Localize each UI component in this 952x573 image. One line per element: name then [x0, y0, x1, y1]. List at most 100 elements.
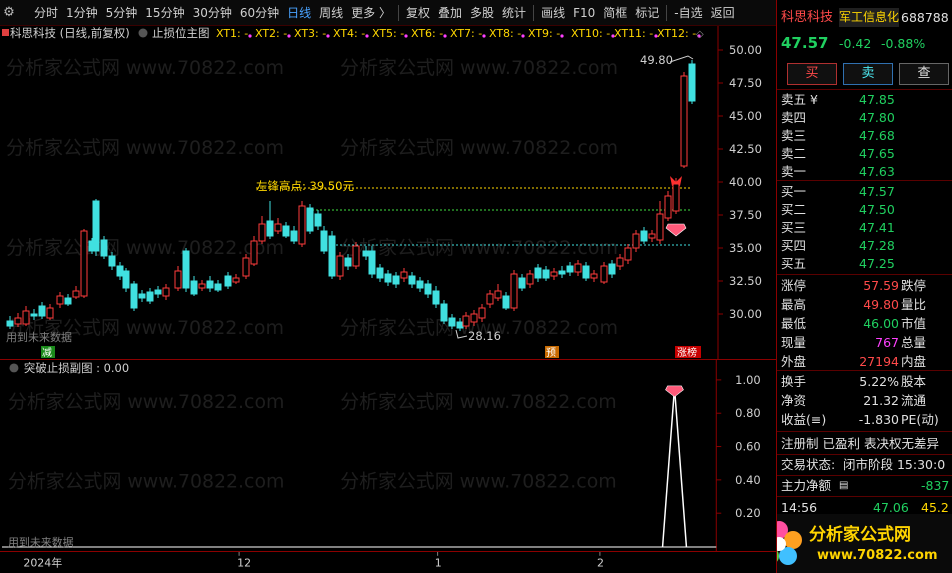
stat-label: 换手: [781, 374, 807, 389]
toolbar-item-16[interactable]: 标记: [631, 0, 663, 26]
order-level: 卖五 ¥ 47.85: [777, 90, 952, 109]
candle-body: [640, 230, 648, 242]
candle-body: [510, 273, 518, 309]
signal-spike-line: [661, 387, 688, 548]
indicator-name[interactable]: 止损位主图: [152, 26, 210, 40]
candle-body: [344, 257, 352, 267]
toolbar-item-18[interactable]: 返回: [707, 0, 739, 26]
sub-value-axis: 1.00 0.80 0.60 0.40 0.20: [716, 373, 761, 520]
xt-dot-icon: [443, 34, 447, 38]
stat-tail: 总量: [901, 335, 927, 350]
stop-break-subchart[interactable]: 分析家公式网 www.70822.com 分析家公式网 www.70822.com…: [0, 359, 776, 551]
level-label: 卖一: [781, 164, 807, 179]
level-price: 47.25: [859, 256, 895, 271]
toolbar-item-3[interactable]: 15分钟: [141, 0, 188, 26]
order-level: 买二 47.50: [777, 200, 952, 219]
indicator-dropdown-icon[interactable]: [138, 28, 148, 38]
low-price-label: 28.16: [468, 329, 501, 343]
xt-dot-icon: [521, 34, 525, 38]
net-inflow-label: 主力净额: [781, 478, 832, 493]
toolbar-item-15[interactable]: 简框: [599, 0, 631, 26]
candle-body: [154, 289, 162, 295]
sub-tick-label: 0.60: [735, 440, 760, 454]
level-label: 卖五 ¥: [781, 92, 818, 107]
future-data-note: 用到未来数据: [8, 535, 74, 549]
candle-body: [440, 303, 448, 322]
level-label: 卖二: [781, 146, 807, 161]
stat-value: 49.80: [863, 297, 899, 312]
order-level: 买三 47.41: [777, 218, 952, 237]
candle-body: [362, 250, 370, 257]
xt-dot-icon: [404, 34, 408, 38]
candle-body: [574, 263, 582, 273]
time-label-dec: 12: [237, 556, 251, 569]
xt-label: XT7: -: [450, 27, 482, 40]
buy-button[interactable]: 买: [787, 63, 837, 85]
toolbar-item-0[interactable]: 分时: [30, 0, 62, 26]
xt-label: XT11: -: [614, 27, 653, 40]
stat-tail: 量比: [901, 297, 927, 312]
toolbar-item-6[interactable]: 日线: [283, 0, 315, 26]
stat-label: 最高: [781, 297, 807, 312]
divider: [777, 431, 952, 432]
watermark-text: 分析家公式网 www.70822.com: [8, 391, 284, 413]
toolbar-item-5[interactable]: 60分钟: [236, 0, 283, 26]
price-tick-label: 40.00: [729, 175, 762, 189]
xt-label: XT12: -: [657, 27, 696, 40]
price-axis: 50.00 47.50 45.00 42.50 40.00 37.50 35.00 32.50…: [718, 43, 762, 321]
high-price-label: 49.80: [640, 53, 673, 67]
stat-tail: 内盘: [901, 354, 927, 369]
candle-body: [566, 265, 574, 273]
collapse-icon[interactable]: ◇: [696, 29, 704, 40]
subchart-dropdown-icon[interactable]: [9, 363, 19, 373]
toolbar-item-14[interactable]: F10: [569, 0, 599, 26]
watermark-layer: 分析家公式网 www.70822.com 分析家公式网 www.70822.com…: [8, 391, 617, 493]
toolbar-item-8[interactable]: 更多 〉: [347, 0, 395, 26]
candle-body: [22, 310, 30, 325]
candle-body: [400, 271, 408, 279]
stat-label: 最低: [781, 316, 807, 331]
candle-body: [688, 63, 696, 102]
stat-tail: 流通: [901, 393, 927, 408]
industry-tag[interactable]: 军工信息化: [839, 8, 900, 27]
pre-marker-text: 预: [546, 347, 556, 359]
watermark-text: 分析家公式网 www.70822.com: [340, 57, 618, 79]
toolbar-item-12[interactable]: 统计: [498, 0, 530, 26]
candle-body: [424, 283, 432, 295]
toolbar-item-2[interactable]: 5分钟: [102, 0, 142, 26]
stat-tail: 市值: [901, 316, 927, 331]
order-level: 卖三 47.68: [777, 126, 952, 145]
sub-tick-label: 0.20: [735, 506, 760, 520]
toolbar-item-11[interactable]: 多股: [466, 0, 498, 26]
toolbar-item-1[interactable]: 1分钟: [62, 0, 102, 26]
list-icon[interactable]: ▤: [839, 476, 848, 495]
last-price: 47.57: [781, 34, 829, 52]
query-button[interactable]: 查: [899, 63, 949, 85]
toolbar-item-10[interactable]: 叠加: [434, 0, 466, 26]
high-pointer: [669, 55, 694, 63]
gem-icon: [665, 385, 684, 398]
quote-panel: 科思科技 军工信息化 688788 47.57 -0.42 -0.88% 买 卖…: [776, 0, 952, 573]
candle-body: [38, 305, 46, 317]
stat-value: 27194: [859, 354, 899, 369]
logo-url: www.70822.com: [817, 548, 938, 563]
toolbar-item-9[interactable]: 复权: [402, 0, 434, 26]
candle-body: [250, 240, 258, 265]
candle-body: [336, 255, 344, 277]
sell-button[interactable]: 卖: [843, 63, 893, 85]
level-label: 卖四: [781, 110, 807, 125]
candle-body: [198, 283, 206, 289]
time-label-jan: 1: [435, 556, 442, 569]
toolbar-item-7[interactable]: 周线: [315, 0, 347, 26]
stat-value: 5.22%: [859, 374, 899, 389]
candle-body: [432, 290, 440, 305]
toolbar-item-13[interactable]: 画线: [537, 0, 569, 26]
left-peak-annotation: 左锋高点: 39.50元: [256, 179, 354, 193]
toolbar-item-17[interactable]: -自选: [670, 0, 706, 26]
divider: [777, 370, 952, 371]
candlestick-chart[interactable]: 分析家公式网 www.70822.com 分析家公式网 www.70822.com…: [0, 26, 776, 359]
xt-label: XT6: -: [411, 27, 443, 40]
level-price: 47.41: [859, 220, 895, 235]
settings-icon[interactable]: ⚙: [0, 5, 18, 21]
toolbar-item-4[interactable]: 30分钟: [189, 0, 236, 26]
